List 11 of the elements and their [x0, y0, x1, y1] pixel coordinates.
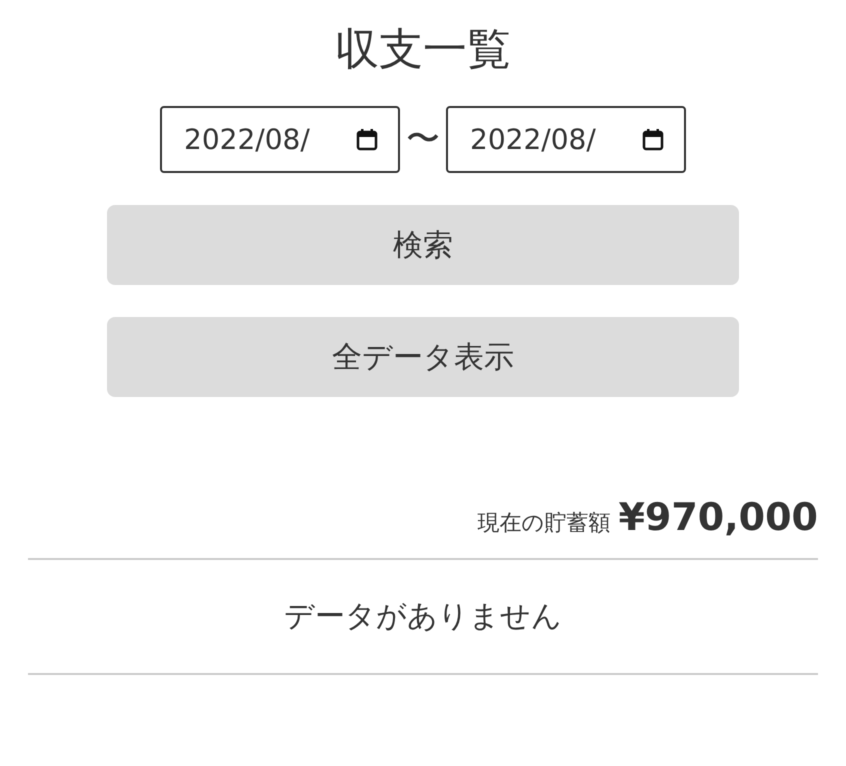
calendar-icon[interactable]	[642, 127, 664, 151]
page-title: 収支一覧	[335, 23, 511, 77]
savings-label: 現在の貯蓄額	[477, 510, 610, 538]
savings-amount: ¥970,000	[618, 494, 818, 541]
empty-message: データがありません	[284, 598, 562, 636]
search-button[interactable]: 検索	[107, 205, 739, 285]
range-separator: 〜	[406, 118, 440, 161]
calendar-icon[interactable]	[356, 127, 378, 151]
date-field[interactable]: 2022/08/	[160, 106, 400, 173]
show-all-button[interactable]: 全データ表示	[107, 317, 739, 397]
date-field[interactable]: 2022/08/	[446, 106, 686, 173]
